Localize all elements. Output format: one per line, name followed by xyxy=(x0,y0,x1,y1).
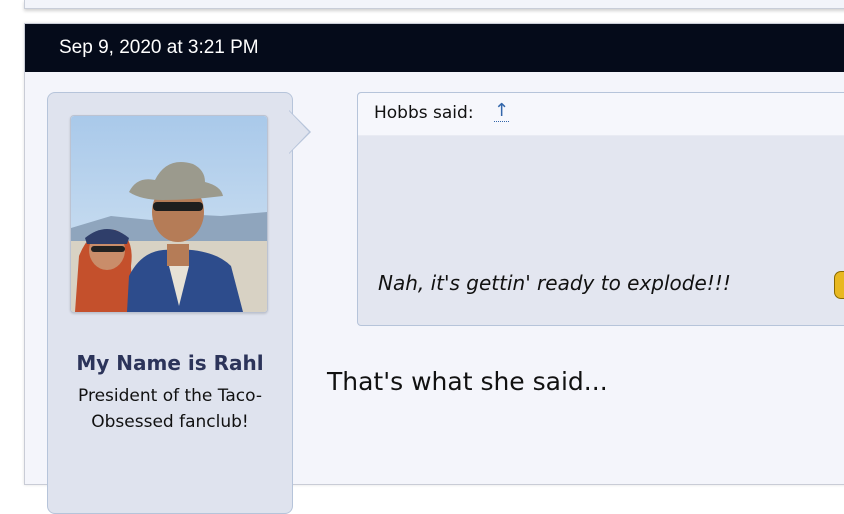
user-title-line-1: President of the Taco- xyxy=(78,386,262,406)
user-title: President of the Taco- Obsessed fanclub! xyxy=(48,383,292,435)
go-to-original-post-link[interactable]: ↑ xyxy=(494,101,510,122)
post-message: That's what she said... xyxy=(327,367,608,396)
quote-author: Hobbs said: xyxy=(374,103,474,123)
previous-post-edge xyxy=(24,0,844,9)
forum-post: Sep 9, 2020 at 3:21 PM My Name is Rahl P… xyxy=(24,23,844,514)
user-panel-pointer-fill xyxy=(289,111,309,153)
post-header: Sep 9, 2020 at 3:21 PM xyxy=(25,24,844,72)
user-info-panel: My Name is Rahl President of the Taco- O… xyxy=(47,92,293,514)
avatar-photo xyxy=(71,116,267,312)
quote-header: Hobbs said: ↑ xyxy=(358,93,844,136)
user-title-line-2: Obsessed fanclub! xyxy=(91,412,249,432)
quote-block: Hobbs said: ↑ Nah, it's gettin' ready to… xyxy=(357,92,844,326)
smiley-icon xyxy=(834,271,844,299)
post-date[interactable]: Sep 9, 2020 at 3:21 PM xyxy=(59,37,259,59)
username[interactable]: My Name is Rahl xyxy=(48,351,292,375)
avatar[interactable] xyxy=(70,115,268,313)
quote-text: Nah, it's gettin' ready to explode!!! xyxy=(378,271,731,295)
